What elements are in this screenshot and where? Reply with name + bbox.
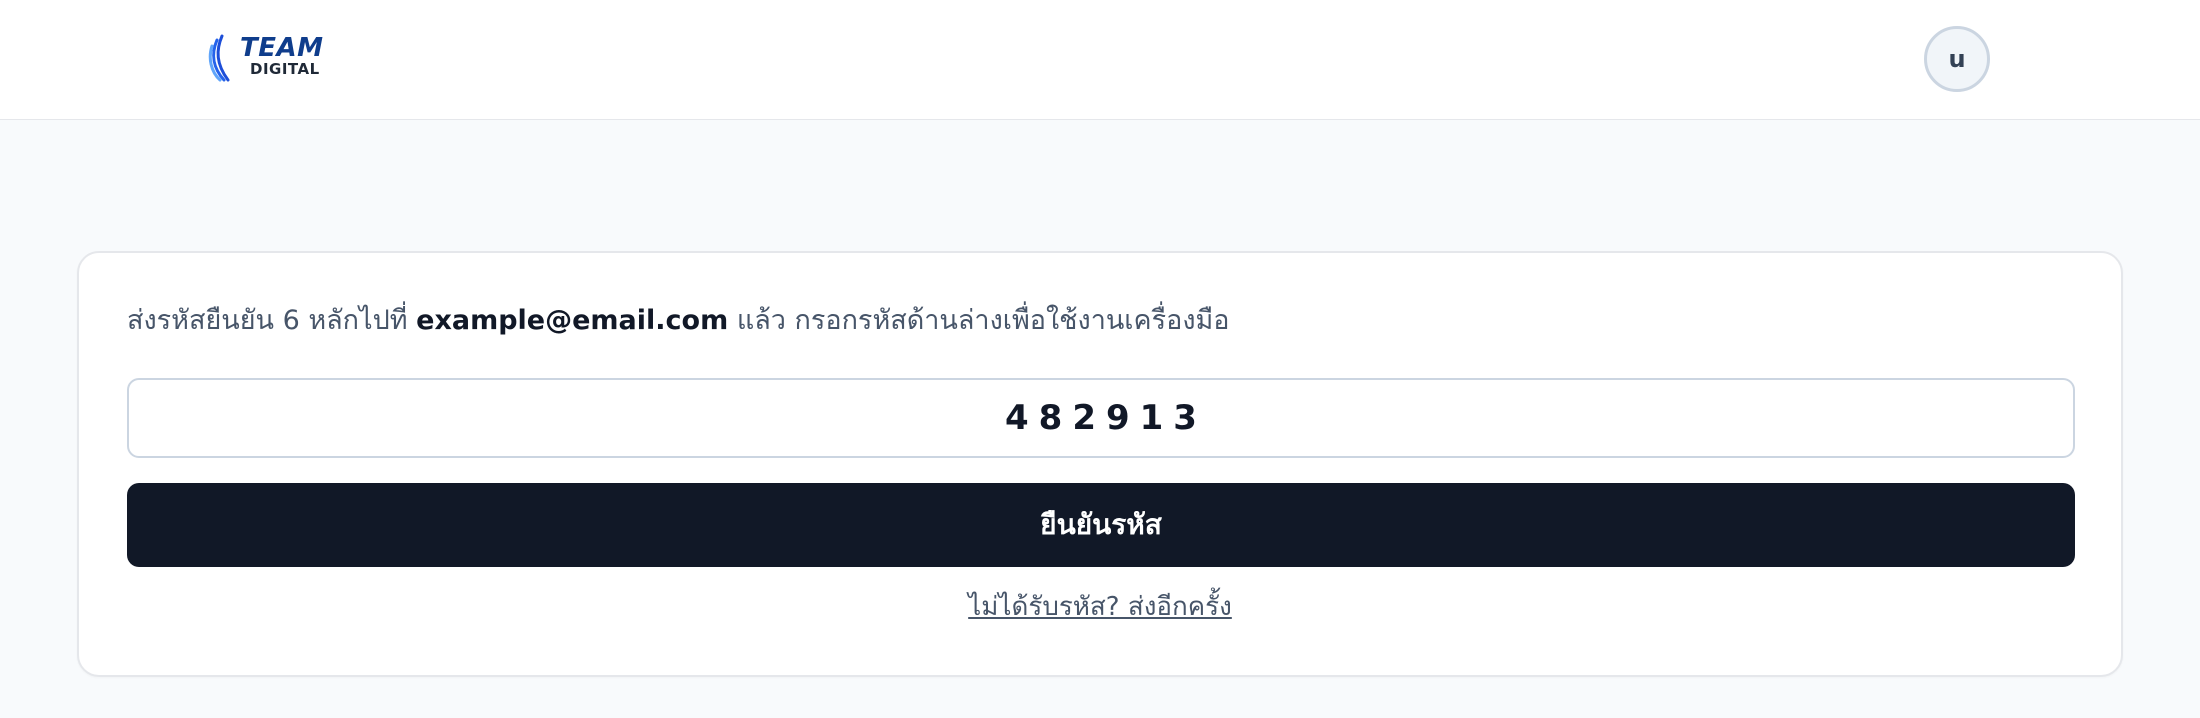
instruction-prefix: ส่งรหัสยืนยัน 6 หลักไปที่	[127, 305, 417, 336]
user-avatar[interactable]: u	[1924, 26, 1990, 92]
confirm-code-button[interactable]: ยืนยันรหัส	[127, 483, 2075, 567]
logo-text-team: TEAM	[240, 33, 324, 63]
team-digital-logo[interactable]: TEAM DIGITAL	[208, 32, 338, 86]
verification-card: ส่งรหัสยืนยัน 6 หลักไปที่ example@email.…	[77, 251, 2123, 677]
instruction-text: ส่งรหัสยืนยัน 6 หลักไปที่ example@email.…	[127, 303, 1230, 339]
verification-code-input[interactable]	[127, 378, 2075, 458]
resend-row: ไม่ได้รับรหัส? ส่งอีกครั้ง	[79, 589, 2121, 625]
resend-code-link[interactable]: ไม่ได้รับรหัส? ส่งอีกครั้ง	[968, 592, 1232, 622]
logo-text-digital: DIGITAL	[250, 60, 320, 78]
instruction-suffix: แล้ว กรอกรหัสด้านล่างเพื่อใช้งานเครื่องม…	[728, 305, 1230, 336]
instruction-email: example@email.com	[416, 305, 729, 336]
top-header: TEAM DIGITAL u	[0, 0, 2200, 120]
logo-swoosh-icon	[208, 34, 230, 82]
